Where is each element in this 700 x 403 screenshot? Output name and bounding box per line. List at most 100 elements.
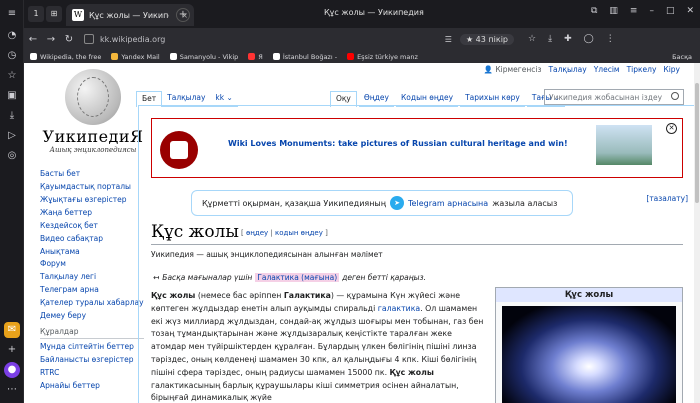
article-content: Wiki Loves Monuments: take pictures of R…	[138, 105, 694, 403]
wikipedia-globe-icon	[65, 69, 121, 125]
scroll-thumb[interactable]	[695, 83, 699, 203]
bookmark-page-icon[interactable]: ⧉	[591, 6, 597, 16]
sidebar-item[interactable]: Басты бет	[40, 169, 144, 179]
new-tab-button[interactable]: +	[176, 8, 190, 22]
talk-link[interactable]: Талқылау	[548, 65, 586, 74]
sidebar-item[interactable]: Жұықтағы өзгерістер	[40, 195, 144, 205]
collections-icon[interactable]: ▣	[4, 88, 20, 104]
logo-subtitle: Ашық энциклопедиясы	[49, 146, 137, 154]
contributions-link[interactable]: Үлесім	[594, 65, 620, 74]
profile-icon[interactable]: ◯	[584, 34, 594, 44]
video-icon[interactable]: ▷	[4, 128, 20, 144]
web-page: УикипедиЯ Ашық энциклопедиясы 👤 Кірмеген…	[24, 63, 694, 403]
personal-tools: 👤 Кірмегенсіз Талқылау Үлесім Тіркелу Кі…	[484, 65, 680, 74]
edit-source-link[interactable]: кодын өңдеу	[275, 229, 323, 237]
edit-links: [ өңдеу | кодын өңдеу ]	[241, 229, 328, 237]
bookmarks-icon[interactable]: ☆	[4, 68, 20, 84]
back-icon[interactable]: ←	[24, 34, 42, 45]
logo-title: УикипедиЯ	[42, 127, 144, 146]
page-title: Құс жолы	[151, 222, 239, 242]
screenshot-icon[interactable]: ◎	[4, 148, 20, 164]
dismiss-notice-link[interactable]: [тазалату]	[646, 194, 688, 203]
maximize-icon[interactable]: □	[666, 6, 675, 16]
wikipedia-favicon-icon: W	[72, 9, 84, 21]
add-app-icon[interactable]: +	[4, 342, 20, 358]
download-icon[interactable]: ⤓	[548, 34, 552, 44]
sidebar-item[interactable]: Кездейсоқ бет	[40, 221, 144, 231]
url-text: kk.wikipedia.org	[100, 34, 166, 44]
disambiguation-link[interactable]: Галактика (мағына)	[255, 273, 340, 282]
site-notice: Құрметті оқырман, қазақша Уикипедияның ➤…	[191, 190, 573, 216]
sidebar-item[interactable]: Қателер туралы хабарлау	[40, 299, 144, 308]
browser-menu-icon[interactable]: ≡	[630, 6, 638, 16]
wikipedia-icon	[169, 53, 177, 60]
tools-item[interactable]: Байланысты өзгерістер	[40, 355, 144, 365]
banner-image	[596, 125, 652, 165]
tools-item[interactable]: Мұнда сілтейтін беттер	[40, 342, 144, 352]
yandex-icon	[248, 53, 256, 60]
disambiguation-icon: ↤	[153, 273, 160, 282]
search-input[interactable]: Уикипедия жобасынан іздеу	[544, 89, 684, 105]
menu-icon[interactable]: ≡	[4, 6, 20, 22]
sidebar-item[interactable]: Жаңа беттер	[40, 208, 144, 218]
sidebar-item[interactable]: Видео сабақтар	[40, 234, 144, 244]
forward-icon[interactable]: →	[42, 34, 60, 45]
notifications-icon[interactable]: ◔	[4, 28, 20, 44]
sidebar-item[interactable]: Форум	[40, 260, 144, 269]
bookmark-item[interactable]: Eşsiz türkiye manz	[347, 53, 424, 61]
bookmark-item[interactable]: Wikipedia, the free	[30, 53, 107, 61]
sidebar-item[interactable]: Қауымдастық порталы	[40, 182, 144, 192]
mail-icon	[111, 53, 119, 60]
login-link[interactable]: Кіру	[663, 65, 680, 74]
milky-way-image[interactable]	[502, 306, 676, 403]
site-info-icon[interactable]	[84, 34, 94, 44]
close-window-icon[interactable]: ✕	[686, 6, 694, 16]
tools-item[interactable]: RTRC	[40, 368, 144, 378]
page-scrollbar[interactable]	[694, 63, 700, 403]
downloads-icon[interactable]: ⤓	[4, 108, 20, 124]
article-lead: Құс жолы (немесе бас әріппен Галактика) …	[151, 291, 484, 403]
sidebar-item[interactable]: Телеграм арна	[40, 286, 144, 295]
infobox: Құс жолы	[495, 287, 683, 403]
bookmark-item[interactable]: Yandex Mail	[111, 53, 165, 61]
url-field[interactable]: kk.wikipedia.org ☰ ★ 43 пікір	[84, 31, 514, 47]
tools-item[interactable]: Арнайы беттер	[40, 381, 144, 391]
tab-manager-icon[interactable]: ⊞	[46, 6, 62, 22]
wikipedia-logo[interactable]: УикипедиЯ Ашық энциклопедиясы	[38, 69, 148, 159]
bookmark-star-icon[interactable]: ☆	[528, 34, 536, 44]
tab-count-badge[interactable]: 1	[28, 6, 44, 22]
rating-badge[interactable]: ★ 43 пікір	[459, 33, 514, 45]
youtube-icon	[347, 53, 355, 60]
extensions-puzzle-icon[interactable]: ✚	[564, 34, 572, 44]
edit-link[interactable]: өңдеу	[246, 229, 268, 237]
assistant-icon[interactable]: ●	[4, 362, 20, 378]
reader-mode-icon[interactable]: ☰	[445, 35, 452, 44]
sidebar-navigation: Басты бет Қауымдастық порталы Жұықтағы ө…	[40, 169, 144, 394]
banner-link[interactable]: Wiki Loves Monuments: take pictures of R…	[228, 139, 568, 148]
sidebar-item[interactable]: Демеу беру	[40, 312, 144, 321]
bookmark-item[interactable]: Samanyolu - Vikip	[169, 53, 245, 61]
browser-sidebar: ≡ ◔ ◷ ☆ ▣ ⤓ ▷ ◎ ✉ + ● ⋯	[0, 0, 24, 403]
minimize-icon[interactable]: –	[649, 6, 654, 16]
create-account-link[interactable]: Тіркелу	[627, 65, 657, 74]
galaxy-link[interactable]: галактика	[378, 304, 420, 313]
mail-app-icon[interactable]: ✉	[4, 322, 20, 338]
history-icon[interactable]: ◷	[4, 48, 20, 64]
tab-wikipedia[interactable]: W Құс жолы — Уикипедия ×	[66, 4, 194, 26]
sidebar-item[interactable]: Талқылау легі	[40, 273, 144, 282]
site-subtitle: Уикипедия — ашық энциклопедиясынан алынғ…	[151, 250, 383, 259]
window-title: Құс жолы — Уикипедия	[324, 8, 424, 17]
bookmark-item[interactable]: İstanbul Boğazı -	[272, 53, 343, 61]
more-bookmarks[interactable]: Басқа	[672, 53, 700, 61]
telegram-link[interactable]: Telegram арнасына	[408, 199, 488, 208]
search-icon[interactable]	[671, 92, 679, 100]
close-icon[interactable]: ✕	[666, 123, 677, 134]
bookmark-item[interactable]: Я	[248, 53, 269, 61]
extensions-icon[interactable]: ▥	[609, 6, 618, 16]
tools-header: Құралдар	[40, 327, 144, 339]
sidebar-item[interactable]: Анықтама	[40, 247, 144, 257]
wiki-loves-monuments-logo	[160, 131, 198, 169]
reload-icon[interactable]: ↻	[60, 34, 78, 45]
menu-dots-icon[interactable]: ⋮	[606, 34, 615, 44]
more-apps-icon[interactable]: ⋯	[4, 382, 20, 398]
